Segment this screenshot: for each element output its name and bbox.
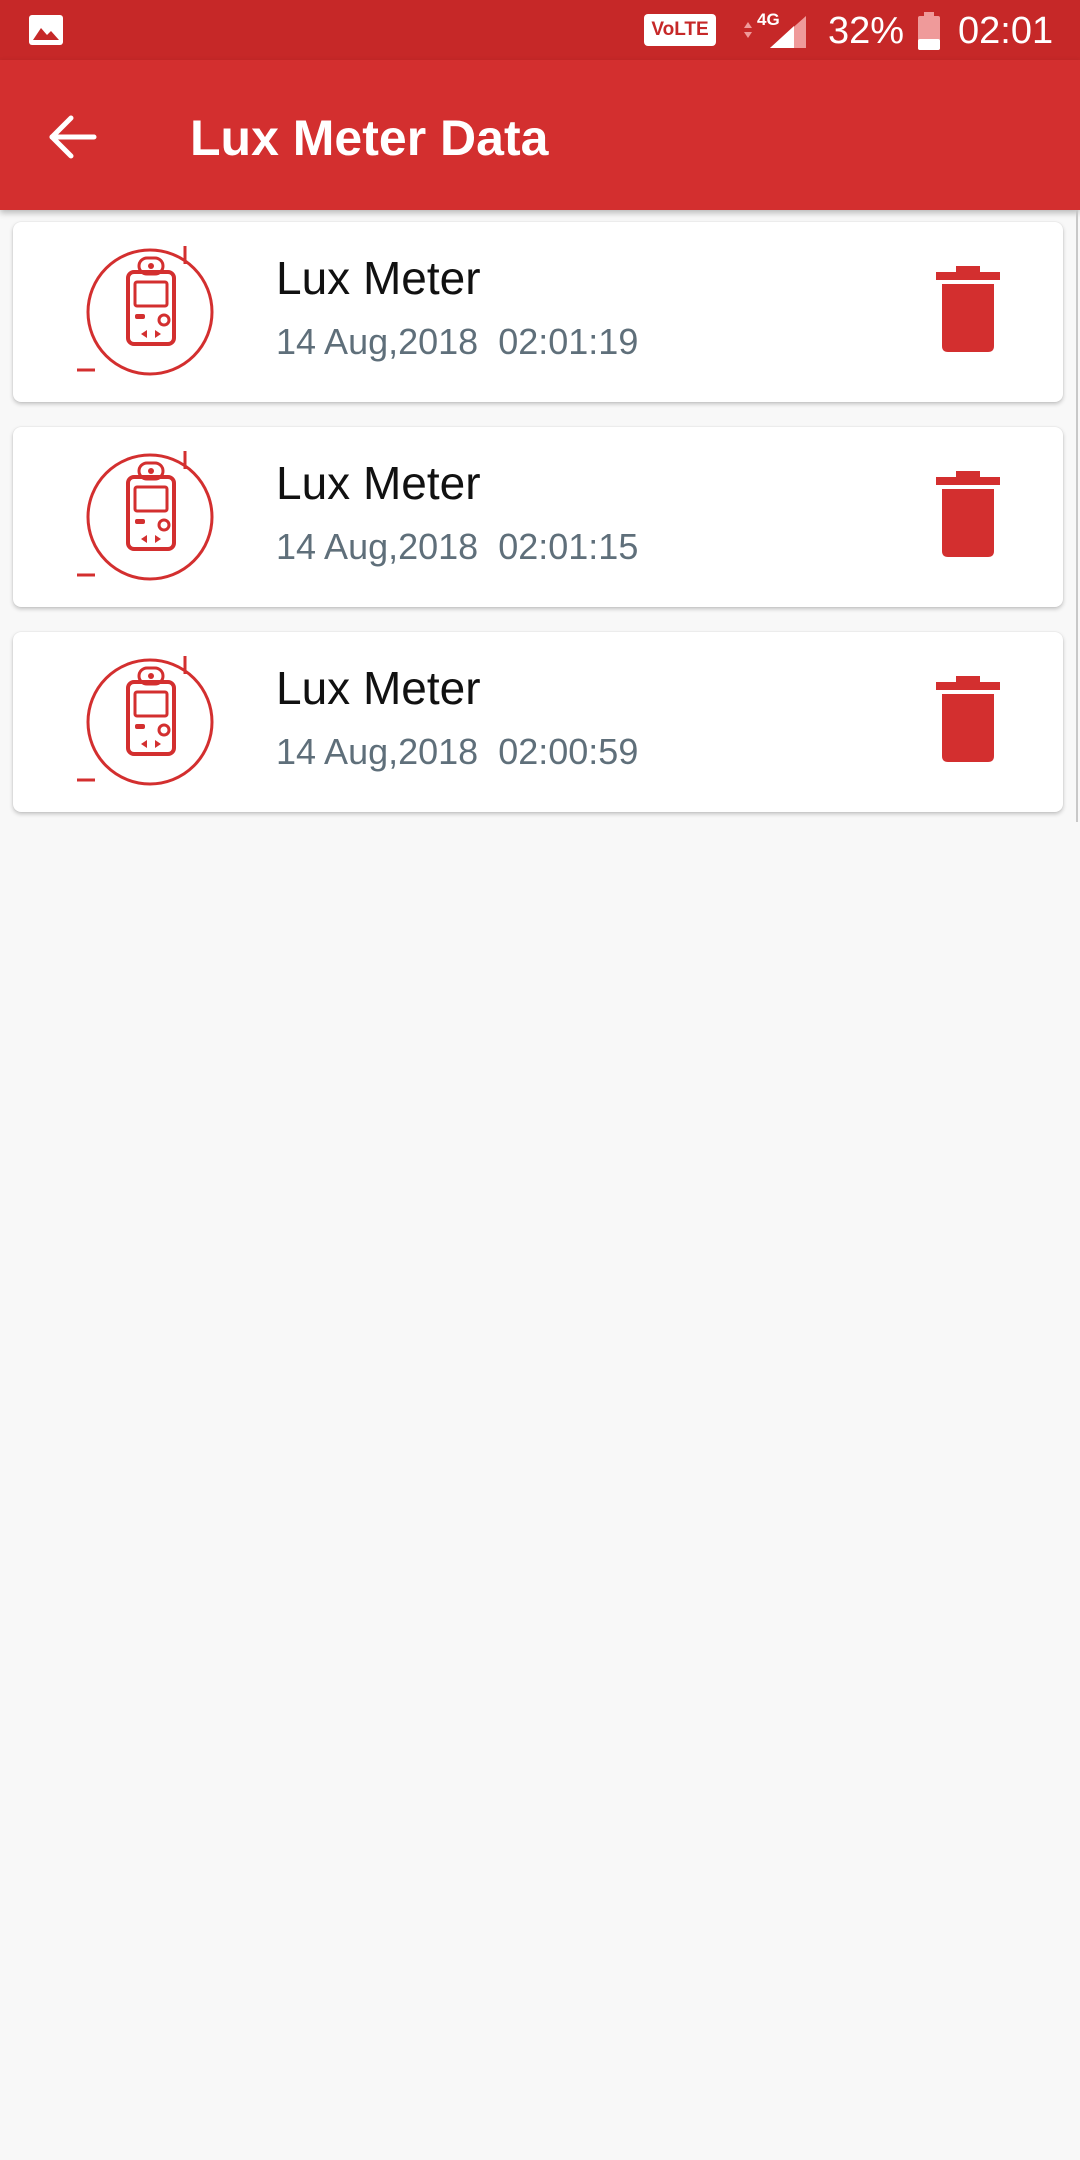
scrollbar[interactable] (1076, 210, 1078, 822)
lux-meter-device-icon (77, 246, 214, 376)
record-date: 14 Aug,2018 (276, 321, 479, 362)
trash-icon[interactable] (918, 262, 1018, 362)
app-bar: Lux Meter Data (0, 60, 1080, 210)
record-timestamp: 14 Aug,2018 02:01:15 (276, 525, 638, 569)
status-bar: VoLTE 4G 32% 02:01 (0, 0, 1080, 60)
record-time: 02:00:59 (498, 731, 639, 772)
list-item[interactable]: Lux Meter 14 Aug,2018 02:01:19 (13, 222, 1063, 402)
record-time: 02:01:15 (498, 526, 639, 567)
lux-meter-device-icon (77, 656, 214, 786)
battery-icon (918, 12, 940, 50)
trash-icon[interactable] (918, 467, 1018, 567)
trash-icon[interactable] (918, 672, 1018, 772)
list-item[interactable]: Lux Meter 14 Aug,2018 02:00:59 (13, 632, 1063, 812)
lux-meter-device-icon (77, 451, 214, 581)
record-time: 02:01:19 (498, 321, 639, 362)
volte-badge: VoLTE (644, 14, 716, 46)
list-item[interactable]: Lux Meter 14 Aug,2018 02:01:15 (13, 427, 1063, 607)
battery-percent: 32% (828, 10, 905, 52)
record-title: Lux Meter (276, 252, 481, 304)
record-date: 14 Aug,2018 (276, 731, 479, 772)
record-timestamp: 14 Aug,2018 02:00:59 (276, 730, 638, 774)
record-title: Lux Meter (276, 662, 481, 714)
record-timestamp: 14 Aug,2018 02:01:19 (276, 320, 638, 364)
record-date: 14 Aug,2018 (276, 526, 479, 567)
gallery-icon (29, 15, 63, 45)
network-type-label: 4G (757, 10, 780, 29)
page-title: Lux Meter Data (190, 110, 549, 166)
arrow-left-icon[interactable] (38, 102, 108, 172)
record-title: Lux Meter (276, 457, 481, 509)
status-time: 02:01 (958, 10, 1054, 52)
